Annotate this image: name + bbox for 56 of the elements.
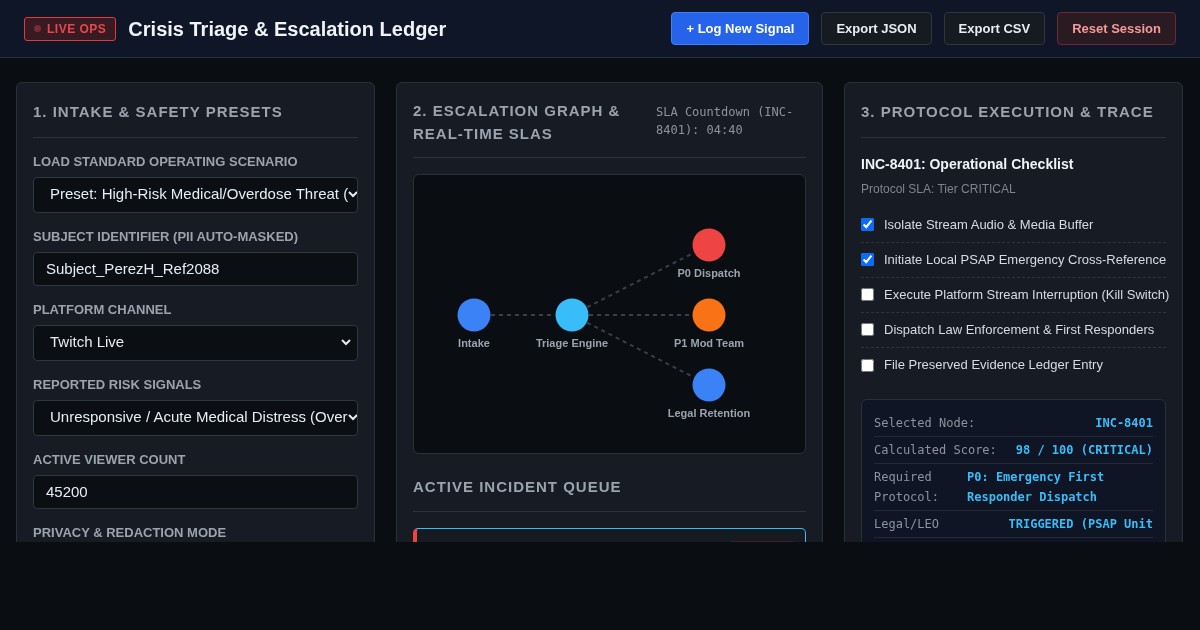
field-label: PRIVACY & REDACTION MODE	[33, 524, 228, 541]
trace-value: INC-8401	[1095, 414, 1153, 432]
field-label: SUBJECT IDENTIFIER (PII AUTO-MASKED)	[33, 228, 300, 245]
graph-node[interactable]	[555, 298, 589, 332]
input-field[interactable]: 45200	[33, 474, 358, 509]
trace-value: TRIGGERED (PSAP Unit	[1008, 515, 1153, 533]
checkbox[interactable]	[861, 218, 874, 231]
graph-node[interactable]	[692, 228, 726, 262]
node-label: Intake	[458, 337, 490, 349]
header-button[interactable]: Reset Session	[1057, 12, 1176, 45]
checkbox[interactable]	[861, 288, 874, 301]
checklist-item-label: Dispatch Law Enforcement & First Responders	[884, 320, 1155, 339]
checklist-item-label: File Preserved Evidence Ledger Entry	[884, 356, 1103, 375]
panel-heading: 3. PROTOCOL EXECUTION & TRACE	[861, 101, 1166, 138]
graph-node[interactable]	[457, 298, 491, 332]
field-label: REPORTED RISK SIGNALS	[33, 376, 203, 393]
node-label: Triage Engine	[535, 337, 609, 349]
chevron-down-icon	[347, 414, 357, 421]
node-label: P0 Dispatch	[677, 267, 741, 279]
checklist-subtitle: Protocol SLA: Tier CRITICAL	[861, 180, 1017, 198]
graph-node[interactable]	[692, 368, 726, 402]
panel-heading: 2. ESCALATION GRAPH & REAL-TIME SLAS	[413, 101, 622, 144]
badge-label: LIVE OPS	[47, 20, 107, 38]
node-label: Legal Retention	[667, 407, 751, 419]
checklist-item-label: Isolate Stream Audio & Media Buffer	[884, 215, 1094, 234]
trace-value: 98 / 100 (CRITICAL)	[1015, 441, 1153, 459]
graph-node[interactable]	[692, 298, 726, 332]
section-heading: ACTIVE INCIDENT QUEUE	[413, 476, 806, 512]
checkbox[interactable]	[861, 253, 874, 266]
field-label: LOAD STANDARD OPERATING SCENARIO	[33, 153, 299, 170]
trace-label: Calculated Score:	[874, 441, 997, 459]
checklist-item-label: Initiate Local PSAP Emergency Cross-Reference	[884, 250, 1167, 269]
header-button[interactable]: Export JSON	[821, 12, 932, 45]
field-label: PLATFORM CHANNEL	[33, 301, 173, 318]
dropdown[interactable]: Preset: High-Risk Medical/Overdose Threat (	[33, 176, 358, 213]
status-dot-icon	[34, 25, 41, 32]
trace-value: P0: Emergency First Responder Dispatch	[967, 468, 1106, 506]
header-button[interactable]: + Log New Signal	[671, 12, 810, 45]
checkbox[interactable]	[861, 358, 874, 372]
trace-label: Selected Node:	[874, 414, 976, 432]
dropdown[interactable]: Twitch Live	[33, 324, 358, 361]
checklist-item-label: Execute Platform Stream Interruption (Kill Switch)	[884, 285, 1170, 304]
checklist-title: INC-8401: Operational Checklist	[861, 154, 1075, 174]
chevron-down-icon	[348, 191, 357, 198]
checkbox[interactable]	[861, 323, 874, 336]
sla-countdown: SLA Countdown (INC-8401): 04:40	[656, 104, 795, 139]
input-field[interactable]: Subject_PerezH_Ref2088	[33, 251, 358, 286]
chevron-down-icon	[341, 339, 351, 346]
node-label: P1 Mod Team	[673, 337, 745, 349]
trace-label: Required Protocol:	[874, 468, 941, 506]
dropdown[interactable]: Unresponsive / Acute Medical Distress (Over	[33, 399, 358, 436]
field-label: ACTIVE VIEWER COUNT	[33, 451, 187, 468]
app-title: Crisis Triage & Escalation Ledger	[128, 16, 447, 42]
panel-heading: 1. INTAKE & SAFETY PRESETS	[33, 101, 358, 138]
header-button[interactable]: Export CSV	[943, 12, 1046, 45]
trace-label: Legal/LEO	[874, 515, 940, 533]
